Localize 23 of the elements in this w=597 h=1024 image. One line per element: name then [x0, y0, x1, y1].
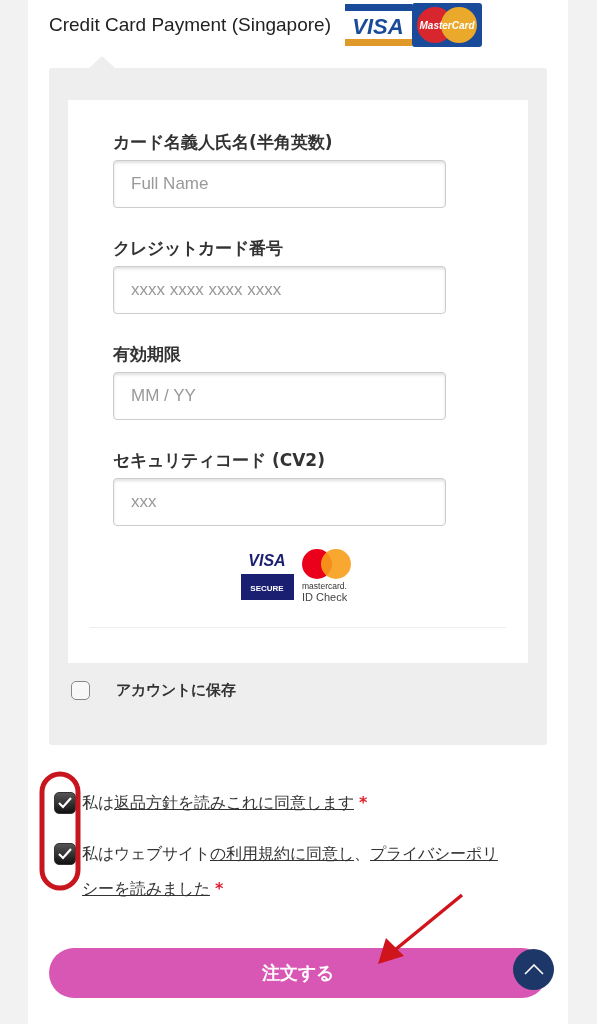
policy-link[interactable]: プライバシーポリ: [370, 844, 498, 863]
input-field[interactable]: xxx: [113, 478, 446, 526]
agreement-text: 私はウェブサイトの利用規約に同意し、プライバシーポリ シーを読みました *: [82, 843, 498, 900]
field-label: セキュリティコード (CV2): [113, 448, 326, 472]
policy-link[interactable]: 返品方針を読みこれに同意します: [114, 793, 354, 812]
checkmark-icon: [58, 797, 72, 809]
policy-link[interactable]: シーを読みました: [82, 879, 210, 898]
input-field[interactable]: MM / YY: [113, 372, 446, 420]
chevron-up-icon: [523, 964, 544, 975]
field-label: カード名義人氏名(半角英数): [113, 130, 334, 154]
save-account-checkbox[interactable]: [71, 681, 90, 700]
input-field[interactable]: xxxx xxxx xxxx xxxx: [113, 266, 446, 314]
input-field[interactable]: Full Name: [113, 160, 446, 208]
save-account-label: アカウントに保存: [116, 681, 236, 700]
agreement-checkbox[interactable]: [54, 843, 76, 865]
policy-link[interactable]: の利用規約に同意し: [210, 844, 354, 863]
agreement-checkbox[interactable]: [54, 792, 76, 814]
mastercard-id-check-badge: mastercard. ID Check: [299, 548, 356, 604]
field-label: 有効期限: [113, 342, 182, 366]
payment-method-title: Credit Card Payment (Singapore): [49, 14, 331, 36]
checkmark-icon: [58, 848, 72, 860]
agreement-text: 私は返品方針を読みこれに同意します *: [82, 792, 368, 814]
field-label: クレジットカード番号: [113, 236, 284, 260]
